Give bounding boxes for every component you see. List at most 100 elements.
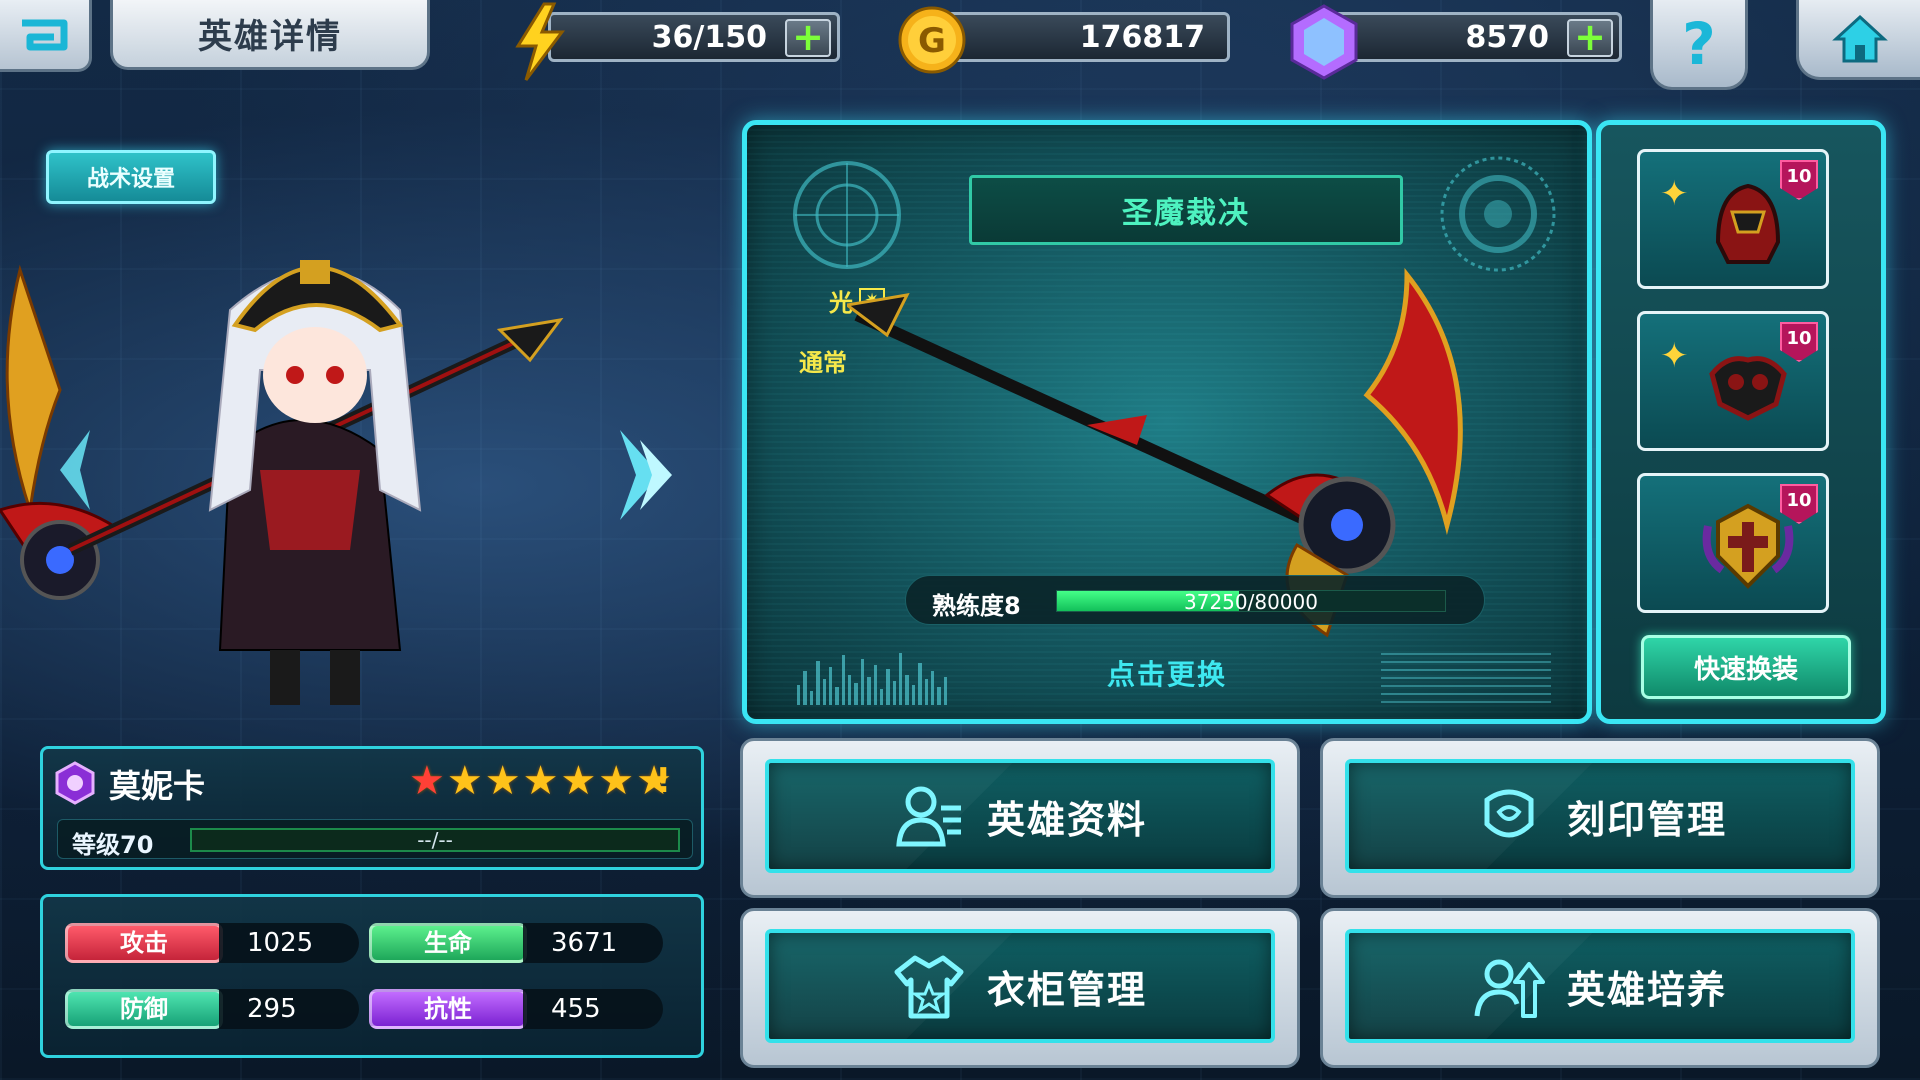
equalizer-decoration <box>797 645 947 705</box>
proficiency-track: 37250/80000 <box>1056 590 1446 614</box>
gold-coin-icon: G <box>898 6 966 74</box>
hero-name: 莫妮卡 <box>109 767 206 805</box>
energy-value: 36/150 <box>651 19 767 55</box>
equalizer-bar <box>809 691 814 705</box>
equalizer-bar <box>930 671 935 705</box>
hp-value: 3671 <box>523 923 663 963</box>
hero-train-button[interactable]: 英雄培养 <box>1320 908 1880 1068</box>
back-button[interactable] <box>0 0 92 72</box>
equalizer-bar <box>797 685 801 705</box>
equalizer-bar <box>854 683 858 705</box>
equalizer-bar <box>879 689 884 705</box>
add-gems-button[interactable]: + <box>1567 18 1613 57</box>
gem-value: 8570 <box>1465 19 1550 55</box>
defense-label: 防御 <box>65 989 223 1029</box>
stat-attack: 攻击 1025 <box>65 923 359 963</box>
attack-value: 1025 <box>219 923 359 963</box>
wardrobe-manage-label: 衣柜管理 <box>986 967 1147 1012</box>
equalizer-bar <box>860 659 865 705</box>
home-icon <box>1831 14 1888 62</box>
equalizer-bar <box>911 685 916 705</box>
equalizer-bar <box>943 677 947 705</box>
tech-lines-decoration <box>1381 649 1551 703</box>
sparkle-icon: ✦ <box>1660 174 1689 214</box>
next-hero-arrow-icon[interactable] <box>610 420 680 530</box>
alert-icon[interactable]: ! <box>655 761 671 801</box>
resist-value: 455 <box>523 989 663 1029</box>
level-label: 等级70 <box>72 831 154 859</box>
star-icon: ★ <box>409 758 445 804</box>
equalizer-bar <box>835 687 839 705</box>
star-icon: ★ <box>560 758 597 804</box>
train-icon <box>1474 959 1545 1018</box>
equalizer-bar <box>867 677 871 705</box>
equalizer-bar <box>841 655 845 705</box>
hero-class-emblem-icon <box>55 761 95 805</box>
equalizer-bar <box>918 663 922 705</box>
wardrobe-icon <box>894 955 964 1019</box>
equalizer-bar <box>892 681 896 705</box>
equip-slot-emblem[interactable]: 10 <box>1637 473 1829 613</box>
resist-label: 抗性 <box>369 989 527 1029</box>
help-button[interactable]: ? <box>1650 0 1748 90</box>
gold-counter: 176817 <box>930 12 1230 62</box>
proficiency-text: 37250/80000 <box>1184 590 1318 614</box>
hp-label: 生命 <box>369 923 527 963</box>
profile-icon <box>896 786 961 847</box>
energy-counter: 36/150 + <box>548 12 840 62</box>
gold-value: 176817 <box>1079 19 1205 55</box>
proficiency-label: 熟练度8 <box>932 592 1021 620</box>
star-icon: ★ <box>484 758 521 804</box>
hero-stars: ★ ★ ★ ★ ★ ★ ★ <box>409 757 672 805</box>
star-icon: ★ <box>522 758 559 804</box>
star-icon: ★ <box>598 758 635 804</box>
hero-info-card: 莫妮卡 ★ ★ ★ ★ ★ ★ ★ ! 等级70 --/-- <box>40 746 704 870</box>
level-progress: --/-- <box>190 828 680 852</box>
equalizer-bar <box>816 661 820 705</box>
hero-profile-label: 英雄资料 <box>986 797 1147 842</box>
level-bar: 等级70 --/-- <box>57 819 693 859</box>
stat-hp: 生命 3671 <box>369 923 663 963</box>
back-arrow-icon <box>21 19 67 50</box>
add-energy-button[interactable]: + <box>785 18 831 57</box>
equipment-panel: ✦ 10 ✦ 10 10 快速换装 <box>1596 120 1886 724</box>
defense-value: 295 <box>219 989 359 1029</box>
equalizer-bar <box>822 679 826 705</box>
sparkle-icon: ✦ <box>1660 336 1689 376</box>
page-title: 英雄详情 <box>110 0 430 70</box>
equalizer-bar <box>937 687 941 705</box>
engrave-manage-button[interactable]: 刻印管理 <box>1320 738 1880 898</box>
quick-equip-button[interactable]: 快速换装 <box>1641 635 1851 699</box>
prev-hero-arrow-icon[interactable] <box>40 420 100 520</box>
equalizer-bar <box>899 653 903 705</box>
home-button[interactable] <box>1796 0 1920 80</box>
attack-label: 攻击 <box>65 923 223 963</box>
equalizer-bar <box>905 675 909 705</box>
equalizer-bar <box>924 679 928 705</box>
stats-card: 攻击 1025 生命 3671 防御 295 抗性 455 <box>40 894 704 1058</box>
gem-icon <box>1290 4 1358 80</box>
wardrobe-manage-button[interactable]: 衣柜管理 <box>740 908 1300 1068</box>
engrave-manage-label: 刻印管理 <box>1566 797 1727 842</box>
hero-train-label: 英雄培养 <box>1566 967 1727 1012</box>
gem-counter: 8570 + <box>1322 12 1622 62</box>
proficiency-bar: 熟练度8 37250/80000 <box>905 575 1485 625</box>
weapon-rarity: 通常 <box>799 349 847 377</box>
stat-defense: 防御 295 <box>65 989 359 1029</box>
star-icon: ★ <box>446 758 483 804</box>
equalizer-bar <box>828 667 833 705</box>
equalizer-bar <box>873 665 877 705</box>
hero-profile-button[interactable]: 英雄资料 <box>740 738 1300 898</box>
equalizer-bar <box>886 669 890 705</box>
weapon-panel[interactable]: 圣魔裁决 光 ✷ 通常 熟练度8 37250/80000 点击更换 <box>742 120 1592 724</box>
change-weapon-link[interactable]: 点击更换 <box>1107 653 1227 693</box>
stat-resist: 抗性 455 <box>369 989 663 1029</box>
equalizer-bar <box>803 671 807 705</box>
svg-text:G: G <box>918 21 946 61</box>
question-icon: ? <box>1682 9 1716 78</box>
equip-slot-helmet[interactable]: ✦ 10 <box>1637 149 1829 289</box>
equalizer-bar <box>848 675 852 705</box>
equip-slot-armor[interactable]: ✦ 10 <box>1637 311 1829 451</box>
engrave-icon <box>1484 789 1534 838</box>
lightning-icon <box>515 2 565 81</box>
